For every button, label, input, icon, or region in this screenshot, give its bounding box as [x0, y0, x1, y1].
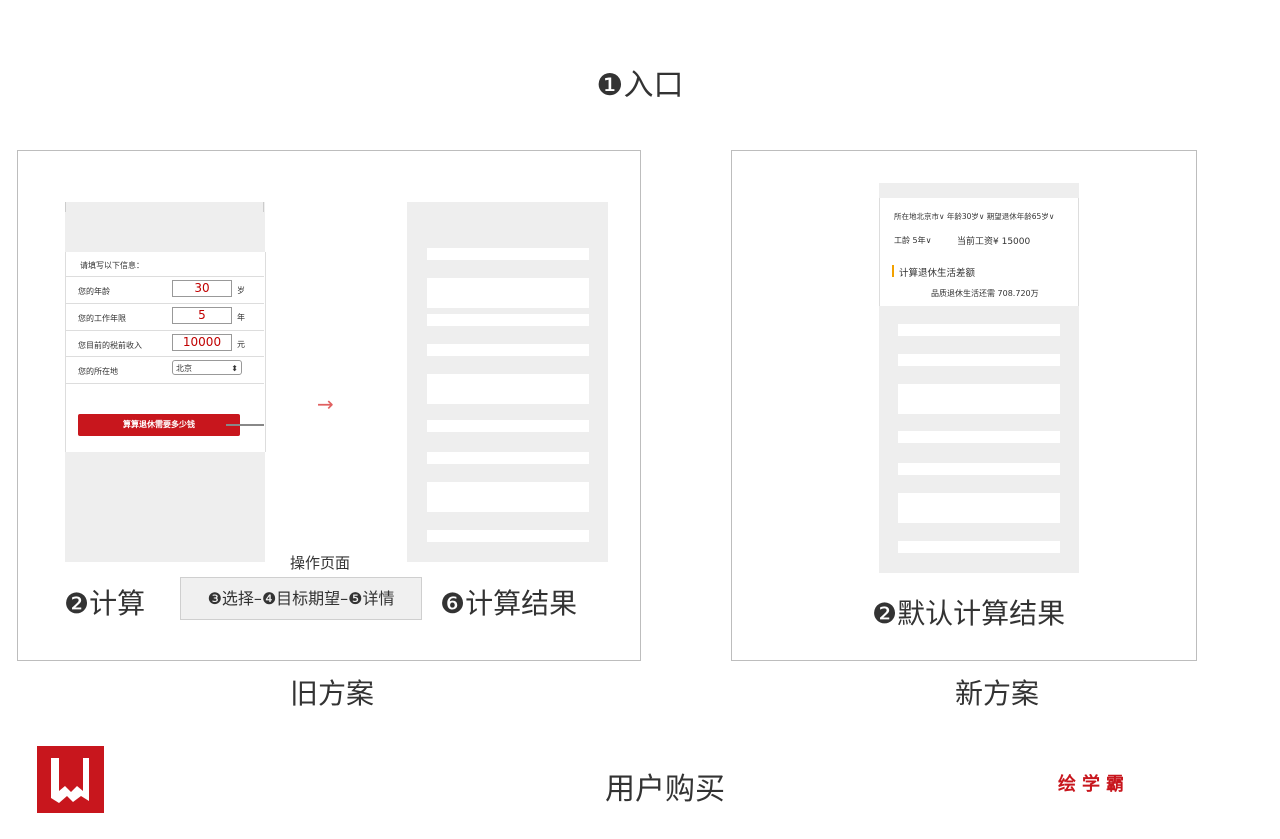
placeholder-bar — [427, 314, 589, 326]
age-unit: 岁 — [237, 286, 245, 295]
brand-name: 绘学霸 — [1058, 774, 1130, 795]
location-select[interactable]: 北京 ⬍ — [172, 360, 242, 375]
old-result-placeholder — [407, 202, 608, 562]
new-filter-row-1[interactable]: 所在地北京市∨ 年龄30岁∨ 期望退休年龄65岁∨ — [894, 211, 1054, 222]
placeholder-bar — [898, 463, 1060, 475]
age-input[interactable]: 30 — [172, 280, 232, 297]
placeholder-bar — [427, 248, 589, 260]
result-summary: 品质退休生活还需 708.720万 — [931, 289, 1039, 298]
brand-logo-icon — [37, 746, 104, 813]
calculate-button[interactable]: 算算退休需要多少钱 — [78, 414, 240, 436]
form-label-income: 您目前的税前收入 — [78, 341, 142, 350]
default-result-label: ❷默认计算结果 — [872, 597, 1066, 630]
footer-title: 用户购买 — [605, 772, 725, 807]
new-plan-caption: 新方案 — [955, 677, 1040, 710]
work-years-filter[interactable]: 工龄 5年∨ — [894, 235, 932, 246]
form-row-work-years: 您的工作年限 5 年 — [65, 303, 264, 329]
form-row-location: 您的所在地 北京 ⬍ — [65, 356, 264, 384]
old-form-top-frame — [65, 202, 264, 212]
placeholder-bar — [427, 452, 589, 464]
step-result-label: ❻计算结果 — [440, 587, 578, 620]
step-calculate-label: ❷计算 — [64, 587, 146, 620]
location-selected-value: 北京 — [176, 364, 192, 373]
form-label-location: 您的所在地 — [78, 367, 118, 376]
placeholder-bar — [898, 384, 1060, 414]
placeholder-bar — [427, 420, 589, 432]
section-title: 计算退休生活差额 — [899, 268, 976, 279]
current-salary-filter[interactable]: 当前工资¥ 15000 — [957, 234, 1030, 247]
old-plan-caption: 旧方案 — [290, 677, 375, 710]
placeholder-bar — [427, 278, 589, 308]
placeholder-bar — [427, 482, 589, 512]
placeholder-bar — [898, 493, 1060, 523]
placeholder-bar — [898, 431, 1060, 443]
entry-title: ❶入口 — [596, 68, 684, 103]
placeholder-bar — [898, 354, 1060, 366]
work-years-unit: 年 — [237, 313, 245, 322]
placeholder-bar — [427, 344, 589, 356]
form-row-age: 您的年龄 30 岁 — [65, 276, 264, 302]
section-accent-bar — [892, 265, 894, 277]
form-label-age: 您的年龄 — [78, 287, 110, 296]
button-connector-line — [226, 424, 264, 426]
work-years-input[interactable]: 5 — [172, 307, 232, 324]
arrow-right-icon: → — [317, 392, 334, 416]
placeholder-bar — [427, 374, 589, 404]
income-input[interactable]: 10000 — [172, 334, 232, 351]
select-caret-icon: ⬍ — [231, 364, 238, 373]
operation-page-label: 操作页面 — [290, 554, 351, 572]
placeholder-bar — [898, 541, 1060, 553]
placeholder-bar — [427, 530, 589, 542]
operation-steps-box: ❸选择–❹目标期望–❺详情 — [180, 577, 422, 620]
placeholder-bar — [898, 324, 1060, 336]
old-form-heading: 请填写以下信息： — [80, 261, 144, 270]
form-row-income: 您目前的税前收入 10000 元 — [65, 330, 264, 356]
form-label-work-years: 您的工作年限 — [78, 314, 126, 323]
income-unit: 元 — [237, 340, 245, 349]
